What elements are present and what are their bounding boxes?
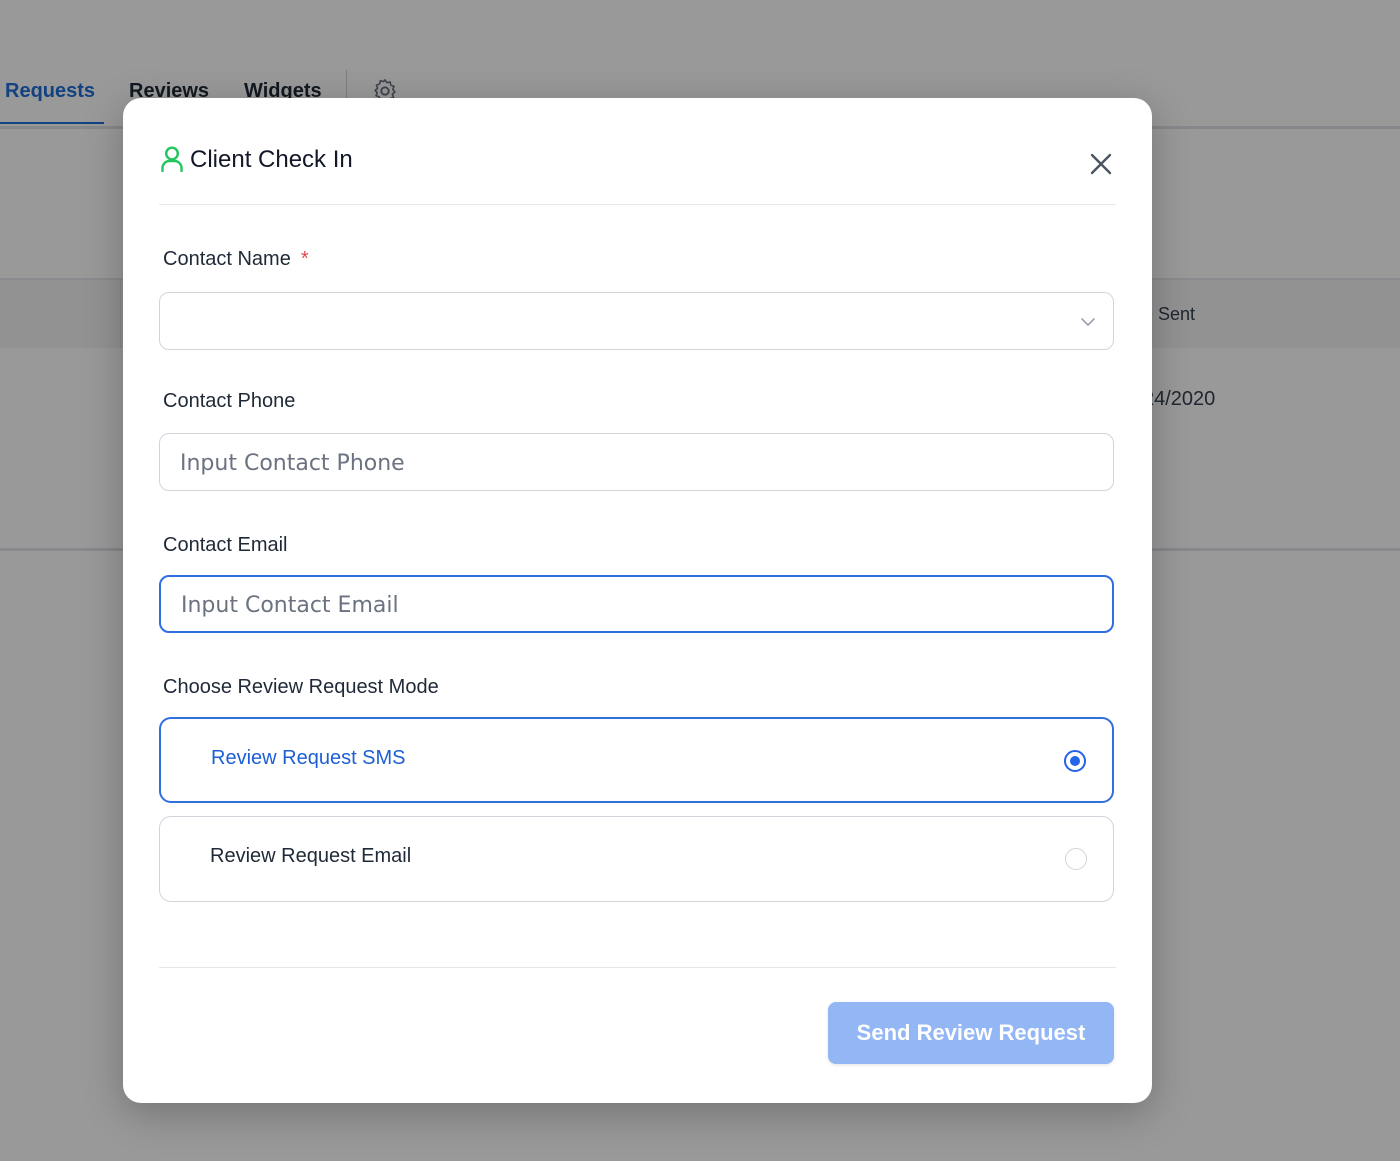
required-marker: * <box>300 248 309 270</box>
user-icon <box>161 146 183 172</box>
contact-name-label: Contact Name * <box>163 248 309 271</box>
contact-name-label-text: Contact Name <box>163 248 291 270</box>
footer-divider <box>159 967 1116 968</box>
radio-selected-icon[interactable] <box>1064 750 1086 772</box>
modal-title: Client Check In <box>190 146 353 173</box>
review-mode-label: Choose Review Request Mode <box>163 676 439 698</box>
mode-option-email[interactable]: Review Request Email <box>159 816 1114 902</box>
mode-option-email-label: Review Request Email <box>210 845 412 867</box>
contact-email-field-wrapper <box>159 575 1114 633</box>
contact-phone-field-wrapper <box>159 433 1114 492</box>
contact-phone-label: Contact Phone <box>163 390 296 412</box>
chevron-down-icon <box>1081 318 1095 326</box>
contact-email-label: Contact Email <box>163 534 288 556</box>
radio-unselected-icon[interactable] <box>1065 848 1087 870</box>
contact-email-input[interactable] <box>179 577 1083 633</box>
mode-option-sms-label: Review Request SMS <box>211 747 406 769</box>
client-check-in-modal: Client Check In Contact Name * Contact Ph… <box>123 98 1152 1103</box>
send-review-request-button[interactable]: Send Review Request <box>828 1002 1114 1064</box>
close-icon[interactable] <box>1087 150 1115 178</box>
contact-name-select[interactable] <box>159 292 1114 350</box>
modal-header: Client Check In <box>159 132 1116 205</box>
contact-phone-input[interactable] <box>178 434 1082 492</box>
mode-option-sms[interactable]: Review Request SMS <box>159 717 1114 803</box>
